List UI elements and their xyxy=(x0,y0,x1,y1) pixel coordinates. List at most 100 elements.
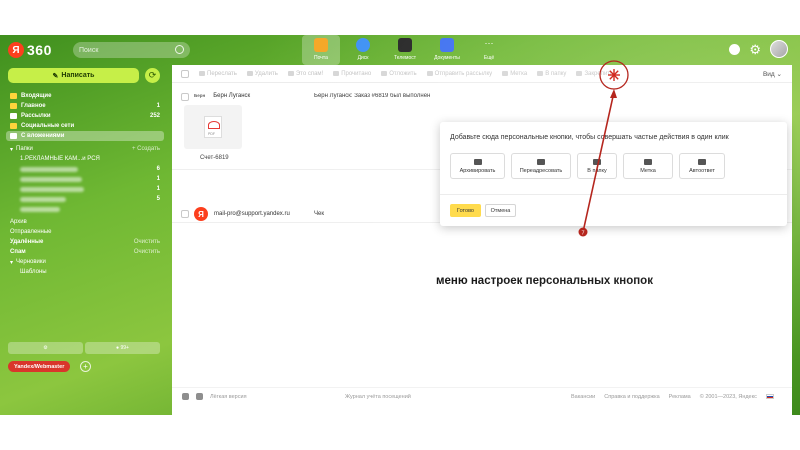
button-label: Автоответ xyxy=(689,167,715,174)
archive-button[interactable]: Архивировать xyxy=(450,153,505,179)
sender-name: Берн Луганск xyxy=(213,93,251,99)
send-icon xyxy=(426,71,433,76)
move-to-folder-button[interactable]: В папку xyxy=(537,71,566,77)
attachment-preview[interactable]: PDF xyxy=(184,105,242,149)
storage-button[interactable]: ● 99+ xyxy=(85,342,160,354)
folders-group-header[interactable]: ▾ Папки + Создать xyxy=(6,144,164,154)
main-panel: Переслать Удалить Это спам! Прочитано От… xyxy=(172,65,792,415)
ads-link[interactable]: Реклама xyxy=(669,394,691,400)
label-preset-button[interactable]: Метка xyxy=(623,153,673,179)
folder-label: С вложениями xyxy=(21,133,65,139)
gear-icon[interactable]: ⚙ xyxy=(749,43,761,56)
clear-deleted-link[interactable]: Очистить xyxy=(134,239,160,245)
settings-small-button[interactable]: ⚙ xyxy=(8,342,83,354)
lite-version-link[interactable]: Лёгкая версия xyxy=(210,394,247,400)
forward-preset-button[interactable]: Переадресовать xyxy=(511,153,571,179)
android-icon[interactable] xyxy=(182,393,189,400)
create-folder-link[interactable]: + Создать xyxy=(132,146,160,152)
folders-group-label: Папки xyxy=(16,146,33,152)
message-toolbar: Переслать Удалить Это спам! Прочитано От… xyxy=(172,65,792,83)
message-checkbox[interactable] xyxy=(181,210,189,218)
blurred-folder-name xyxy=(20,166,78,172)
notifications-icon[interactable] xyxy=(729,43,741,55)
folder-inbox[interactable]: Входящие xyxy=(6,91,164,101)
app-mail-label: Почта xyxy=(314,55,328,61)
folder-newsletters[interactable]: Рассылки 252 xyxy=(6,111,164,121)
compose-button[interactable]: ✎ Написать xyxy=(8,68,139,83)
subfolder-label: 1.РЕКЛАМНЫЕ КАМ...и РСЯ xyxy=(20,156,100,162)
spam-button[interactable]: Это спам! xyxy=(287,70,324,77)
folder-main[interactable]: Главное 1 xyxy=(6,101,164,111)
trash-icon xyxy=(246,71,253,76)
message-checkbox[interactable] xyxy=(181,93,189,101)
subfolder-blurred[interactable] xyxy=(6,204,164,214)
toolbar-label: Прочитано xyxy=(341,70,372,77)
chevron-down-icon: ⌄ xyxy=(776,71,782,78)
autoreply-button[interactable]: Автоответ xyxy=(679,153,725,179)
label-button[interactable]: Метка xyxy=(502,71,527,77)
avatar[interactable] xyxy=(770,40,788,58)
toolbar-label: Метка xyxy=(510,70,528,77)
done-button[interactable]: Готово xyxy=(450,204,481,217)
popup-hint: Добавьте сюда персональные кнопки, чтобы… xyxy=(450,134,729,141)
message-subject: Чек xyxy=(314,211,324,217)
folder-social[interactable]: Социальные сети xyxy=(6,121,164,131)
folder-sent[interactable]: Отправленные xyxy=(6,227,164,237)
subfolder-blurred[interactable]: 6 xyxy=(6,164,164,174)
folder-deleted[interactable]: Удалённые Очистить xyxy=(6,237,164,247)
delete-button[interactable]: Удалить xyxy=(246,71,278,77)
app-more[interactable]: ⋯ Ещё xyxy=(470,35,508,65)
cancel-button[interactable]: Отмена xyxy=(485,204,516,217)
folder-drafts[interactable]: ▾ Черновики xyxy=(6,257,164,267)
subfolder-ads[interactable]: 1.РЕКЛАМНЫЕ КАМ...и РСЯ xyxy=(6,154,164,164)
apple-icon[interactable] xyxy=(196,393,203,400)
search-input[interactable]: Поиск xyxy=(73,42,190,58)
settings-small-icon: ⚙ xyxy=(43,345,48,351)
button-label: Метка xyxy=(640,167,656,174)
app-documents[interactable]: Документы xyxy=(428,35,466,65)
camera-icon xyxy=(537,158,545,165)
app-disk[interactable]: Диск xyxy=(344,35,382,65)
folder-label: Главное xyxy=(21,103,46,109)
spam-icon xyxy=(287,71,294,76)
select-all-checkbox[interactable] xyxy=(181,69,189,78)
folder-count: 252 xyxy=(149,113,160,119)
vacancies-link[interactable]: Вакансии xyxy=(571,394,595,400)
subfolder-blurred[interactable]: 5 xyxy=(6,194,164,204)
send-newsletter-button[interactable]: Отправить рассылку xyxy=(426,71,492,77)
search-icon xyxy=(175,45,184,54)
clear-spam-link[interactable]: Очистить xyxy=(134,249,160,255)
inbox-icon xyxy=(10,93,17,99)
refresh-icon[interactable]: ⟳ xyxy=(145,68,160,83)
forward-button[interactable]: Переслать xyxy=(199,71,237,77)
button-label: В папку xyxy=(587,167,607,174)
language-flag-icon[interactable] xyxy=(765,394,774,399)
social-icon xyxy=(10,123,17,129)
pin-button[interactable]: Закрепить xyxy=(576,71,613,77)
more-dots-icon: ⋯ xyxy=(484,38,494,48)
subfolder-blurred[interactable]: 1 xyxy=(6,174,164,184)
view-dropdown[interactable]: Вид ⌄ xyxy=(763,70,782,78)
add-icon[interactable]: + xyxy=(80,361,91,372)
mark-read-button[interactable]: Прочитано xyxy=(333,71,371,77)
forward-icon xyxy=(199,71,205,76)
folder-attachments[interactable]: С вложениями xyxy=(6,131,164,141)
folder-label: Входящие xyxy=(21,93,52,99)
folder-list: Входящие Главное 1 Рассылки 252 Социальн… xyxy=(6,91,164,277)
tag-icon xyxy=(644,158,652,165)
toolbar-label: Отложить xyxy=(389,70,417,77)
folder-spam[interactable]: Спам Очистить xyxy=(6,247,164,257)
help-link[interactable]: Справка и поддержка xyxy=(604,394,659,400)
yandex-360-logo[interactable]: Я 360 xyxy=(8,42,52,58)
to-folder-button[interactable]: В папку xyxy=(577,153,617,179)
folder-templates[interactable]: Шаблоны xyxy=(6,267,164,277)
folder-label: Рассылки xyxy=(21,113,51,119)
postpone-button[interactable]: Отложить xyxy=(381,70,417,77)
app-mail[interactable]: Почта xyxy=(302,35,340,65)
toolbar-label: Это спам! xyxy=(295,70,324,77)
journal-link[interactable]: Журнал учёта посещений xyxy=(345,394,411,400)
webmaster-badge[interactable]: Yandex/Webmaster xyxy=(8,361,71,372)
app-telemost[interactable]: Телемост xyxy=(386,35,424,65)
subfolder-blurred[interactable]: 1 xyxy=(6,184,164,194)
folder-archive[interactable]: Архив xyxy=(6,217,164,227)
